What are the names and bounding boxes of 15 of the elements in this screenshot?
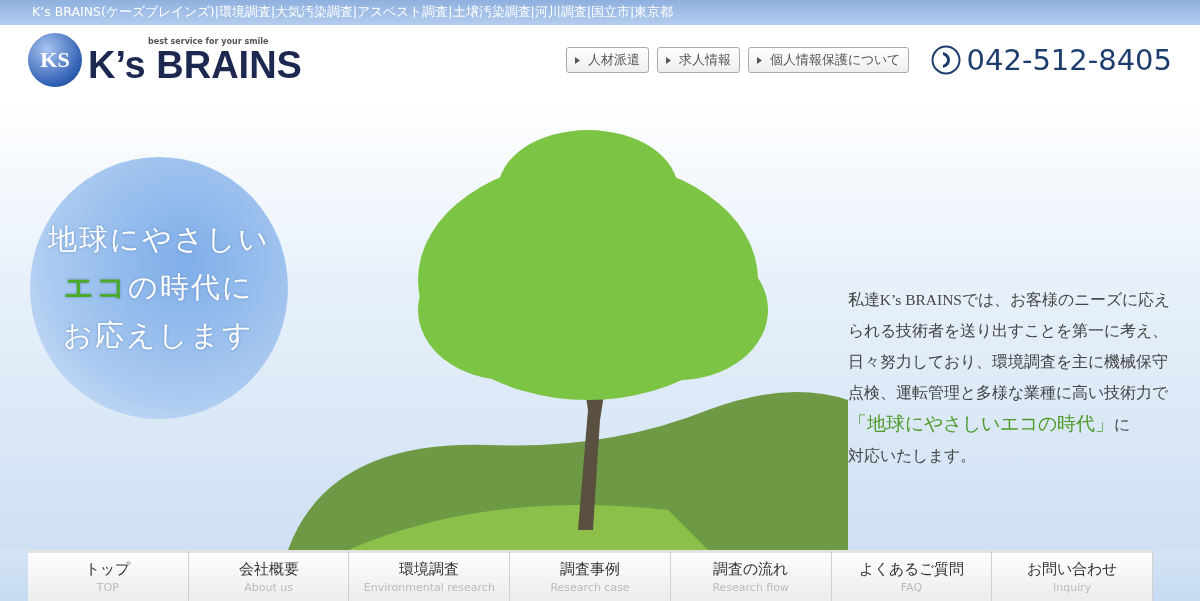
triangle-icon	[574, 56, 580, 64]
triangle-icon	[756, 56, 762, 64]
company-message: 私達K’s BRAINSでは、お客様のニーズに応え られる技術者を送り出すことを第一に考え、 日々努力しており、環境調査を主に機械保守 点検、運転管理と多様な業種に高い技術力で 「地球にやさしいエコの時代」に 対応いたします。	[847, 290, 1170, 466]
triangle-icon	[665, 56, 671, 64]
header-link[interactable]: 求人情報	[656, 47, 740, 73]
phone-number: 042-512-8405	[966, 43, 1172, 77]
phone-icon	[930, 45, 961, 75]
keyword-text: K’s BRAINS(ケーズブレインズ)|環境調査|大気汚染調査|アスベスト調査|土壌汚染調査|河川調査|国立市|東京都	[32, 4, 674, 21]
slogan-line: お応えします	[63, 317, 255, 353]
header-link[interactable]: 人材派遣	[565, 47, 649, 73]
logo-name[interactable]: K’s BRAINS	[88, 45, 302, 84]
slogan-line: エコの時代に	[63, 269, 254, 305]
logo-tagline: best service for your smile	[148, 36, 270, 46]
slogan-line: 地球にやさしい	[47, 221, 270, 257]
header-link[interactable]: 個人情報保護について	[747, 47, 909, 73]
